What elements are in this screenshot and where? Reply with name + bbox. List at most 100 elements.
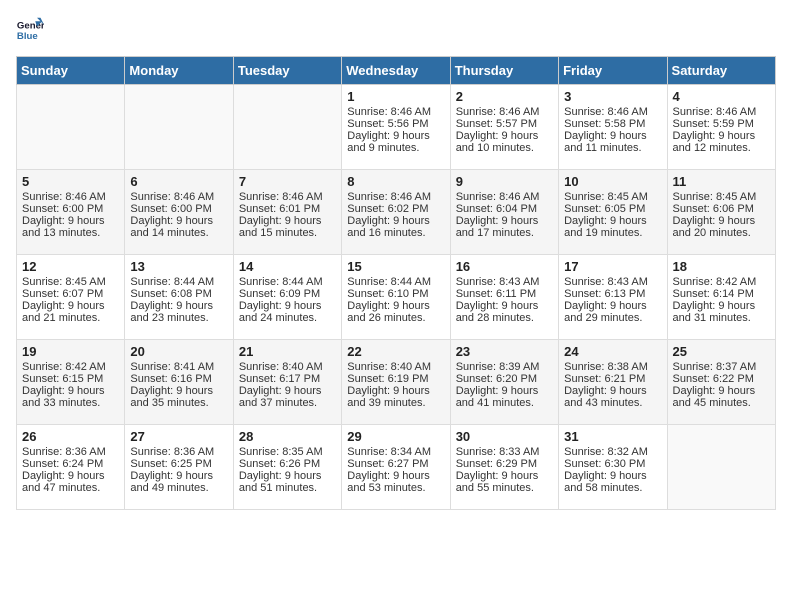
- calendar-table: SundayMondayTuesdayWednesdayThursdayFrid…: [16, 56, 776, 510]
- logo-icon: General Blue: [16, 16, 44, 44]
- day-number: 15: [347, 259, 444, 274]
- cell-info: Sunrise: 8:40 AM: [347, 361, 444, 373]
- cell-info: Sunset: 6:06 PM: [673, 203, 770, 215]
- calendar-cell: 10Sunrise: 8:45 AMSunset: 6:05 PMDayligh…: [559, 170, 667, 255]
- cell-info: and 28 minutes.: [456, 312, 553, 324]
- calendar-cell: 30Sunrise: 8:33 AMSunset: 6:29 PMDayligh…: [450, 425, 558, 510]
- cell-info: Sunset: 6:30 PM: [564, 458, 661, 470]
- cell-info: Daylight: 9 hours: [673, 300, 770, 312]
- cell-info: and 55 minutes.: [456, 482, 553, 494]
- cell-info: Sunrise: 8:46 AM: [347, 191, 444, 203]
- calendar-cell: 15Sunrise: 8:44 AMSunset: 6:10 PMDayligh…: [342, 255, 450, 340]
- page-header: General Blue: [16, 16, 776, 44]
- cell-info: Daylight: 9 hours: [347, 470, 444, 482]
- cell-info: Daylight: 9 hours: [564, 130, 661, 142]
- cell-info: Daylight: 9 hours: [347, 385, 444, 397]
- day-number: 18: [673, 259, 770, 274]
- calendar-cell: 21Sunrise: 8:40 AMSunset: 6:17 PMDayligh…: [233, 340, 341, 425]
- cell-info: Sunrise: 8:46 AM: [130, 191, 227, 203]
- day-number: 31: [564, 429, 661, 444]
- cell-info: Sunrise: 8:44 AM: [130, 276, 227, 288]
- cell-info: and 11 minutes.: [564, 142, 661, 154]
- cell-info: Sunset: 6:00 PM: [130, 203, 227, 215]
- cell-info: Sunrise: 8:45 AM: [673, 191, 770, 203]
- cell-info: Sunrise: 8:45 AM: [564, 191, 661, 203]
- cell-info: Sunrise: 8:38 AM: [564, 361, 661, 373]
- cell-info: Sunset: 6:20 PM: [456, 373, 553, 385]
- cell-info: Sunset: 6:10 PM: [347, 288, 444, 300]
- day-number: 20: [130, 344, 227, 359]
- calendar-cell: 28Sunrise: 8:35 AMSunset: 6:26 PMDayligh…: [233, 425, 341, 510]
- calendar-cell: 25Sunrise: 8:37 AMSunset: 6:22 PMDayligh…: [667, 340, 775, 425]
- cell-info: and 41 minutes.: [456, 397, 553, 409]
- cell-info: Daylight: 9 hours: [239, 470, 336, 482]
- day-number: 7: [239, 174, 336, 189]
- cell-info: Daylight: 9 hours: [347, 215, 444, 227]
- cell-info: and 20 minutes.: [673, 227, 770, 239]
- cell-info: Sunset: 6:21 PM: [564, 373, 661, 385]
- cell-info: and 12 minutes.: [673, 142, 770, 154]
- cell-info: Sunset: 6:07 PM: [22, 288, 119, 300]
- calendar-cell: 13Sunrise: 8:44 AMSunset: 6:08 PMDayligh…: [125, 255, 233, 340]
- cell-info: Sunrise: 8:40 AM: [239, 361, 336, 373]
- col-header-tuesday: Tuesday: [233, 57, 341, 85]
- day-number: 14: [239, 259, 336, 274]
- day-number: 2: [456, 89, 553, 104]
- cell-info: Sunset: 5:59 PM: [673, 118, 770, 130]
- cell-info: Daylight: 9 hours: [564, 215, 661, 227]
- day-number: 24: [564, 344, 661, 359]
- cell-info: and 23 minutes.: [130, 312, 227, 324]
- day-number: 6: [130, 174, 227, 189]
- cell-info: and 45 minutes.: [673, 397, 770, 409]
- cell-info: Sunset: 6:02 PM: [347, 203, 444, 215]
- col-header-wednesday: Wednesday: [342, 57, 450, 85]
- day-number: 8: [347, 174, 444, 189]
- header-row: SundayMondayTuesdayWednesdayThursdayFrid…: [17, 57, 776, 85]
- cell-info: Sunset: 6:01 PM: [239, 203, 336, 215]
- day-number: 3: [564, 89, 661, 104]
- cell-info: Sunrise: 8:39 AM: [456, 361, 553, 373]
- cell-info: Daylight: 9 hours: [22, 300, 119, 312]
- calendar-cell: 4Sunrise: 8:46 AMSunset: 5:59 PMDaylight…: [667, 85, 775, 170]
- cell-info: Sunset: 5:58 PM: [564, 118, 661, 130]
- day-number: 13: [130, 259, 227, 274]
- cell-info: Sunset: 6:27 PM: [347, 458, 444, 470]
- cell-info: Sunrise: 8:44 AM: [239, 276, 336, 288]
- calendar-cell: 31Sunrise: 8:32 AMSunset: 6:30 PMDayligh…: [559, 425, 667, 510]
- cell-info: Sunset: 6:04 PM: [456, 203, 553, 215]
- cell-info: Daylight: 9 hours: [239, 300, 336, 312]
- cell-info: and 39 minutes.: [347, 397, 444, 409]
- day-number: 30: [456, 429, 553, 444]
- cell-info: Sunrise: 8:46 AM: [673, 106, 770, 118]
- col-header-friday: Friday: [559, 57, 667, 85]
- day-number: 10: [564, 174, 661, 189]
- day-number: 26: [22, 429, 119, 444]
- col-header-saturday: Saturday: [667, 57, 775, 85]
- cell-info: and 13 minutes.: [22, 227, 119, 239]
- cell-info: Daylight: 9 hours: [347, 300, 444, 312]
- week-row-3: 12Sunrise: 8:45 AMSunset: 6:07 PMDayligh…: [17, 255, 776, 340]
- cell-info: and 31 minutes.: [673, 312, 770, 324]
- cell-info: and 37 minutes.: [239, 397, 336, 409]
- cell-info: Sunrise: 8:37 AM: [673, 361, 770, 373]
- col-header-sunday: Sunday: [17, 57, 125, 85]
- cell-info: Sunset: 6:16 PM: [130, 373, 227, 385]
- day-number: 25: [673, 344, 770, 359]
- cell-info: Sunset: 6:17 PM: [239, 373, 336, 385]
- calendar-cell: 6Sunrise: 8:46 AMSunset: 6:00 PMDaylight…: [125, 170, 233, 255]
- cell-info: and 43 minutes.: [564, 397, 661, 409]
- cell-info: Sunset: 6:29 PM: [456, 458, 553, 470]
- cell-info: Daylight: 9 hours: [239, 385, 336, 397]
- cell-info: Sunset: 6:11 PM: [456, 288, 553, 300]
- cell-info: Sunrise: 8:46 AM: [239, 191, 336, 203]
- calendar-cell: 17Sunrise: 8:43 AMSunset: 6:13 PMDayligh…: [559, 255, 667, 340]
- week-row-4: 19Sunrise: 8:42 AMSunset: 6:15 PMDayligh…: [17, 340, 776, 425]
- cell-info: and 47 minutes.: [22, 482, 119, 494]
- day-number: 12: [22, 259, 119, 274]
- cell-info: and 15 minutes.: [239, 227, 336, 239]
- day-number: 9: [456, 174, 553, 189]
- cell-info: Sunset: 6:26 PM: [239, 458, 336, 470]
- calendar-cell: 8 Sunrise: 8:46 AMSunset: 6:02 PMDaylight…: [342, 170, 450, 255]
- cell-info: Daylight: 9 hours: [239, 215, 336, 227]
- day-number: 4: [673, 89, 770, 104]
